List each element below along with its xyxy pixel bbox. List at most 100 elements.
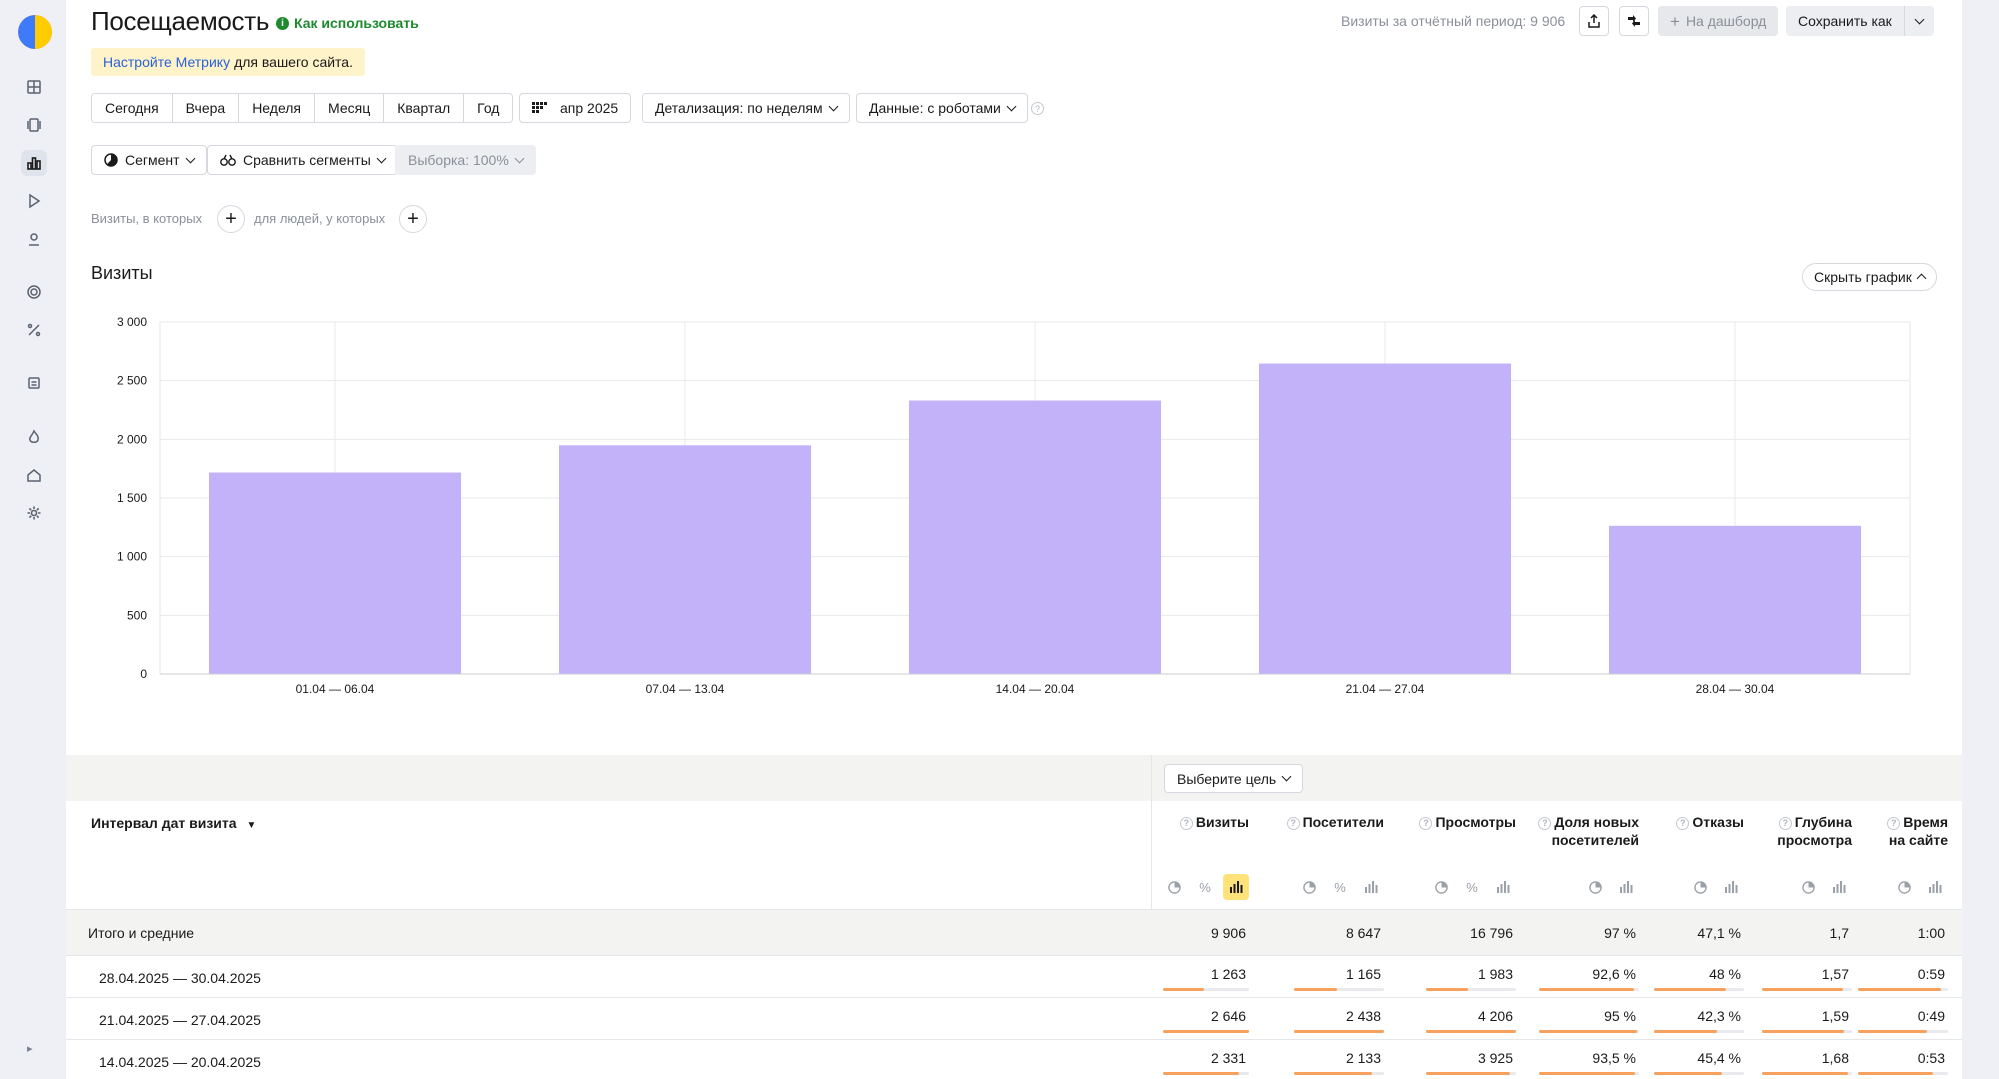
audience-icon[interactable] [21,226,47,252]
period-quarter[interactable]: Квартал [384,94,465,122]
pie-chart-icon[interactable] [1891,874,1917,900]
calendar-grid-icon [532,102,547,113]
metrika-logo[interactable] [18,15,52,49]
how-to-use-link[interactable]: i Как использовать [276,15,419,31]
metric-progress-fill [1858,1072,1933,1075]
table-row[interactable]: 14.04.2025 — 20.04.2025 2 331 2 133 3 925 93… [66,1039,1962,1079]
pie-chart-icon[interactable] [1795,874,1821,900]
compare-segments-dropdown[interactable]: Сравнить сегменты [207,145,398,175]
metric-cell: 1 263 [1210,966,1246,982]
dashboard-icon[interactable] [21,74,47,100]
dimension-header[interactable]: Интервал дат визита ▼ [91,815,256,831]
export-button[interactable] [1579,6,1609,36]
metric-header[interactable]: ? Визиты [1149,813,1249,831]
bar [1609,525,1861,674]
bar-chart-icon[interactable] [1490,874,1516,900]
heatmap-fire-icon[interactable] [21,424,47,450]
info-icon: i [276,16,289,30]
y-tick-label: 1 000 [117,550,147,564]
webvisor-icon[interactable] [21,188,47,214]
metric-progress-fill [1163,1072,1239,1075]
period-year[interactable]: Год [464,94,513,122]
bar-chart-icon[interactable] [1613,874,1639,900]
save-as-label: Сохранить как [1798,13,1892,29]
percent-icon[interactable] [21,317,47,343]
help-icon[interactable]: ? [1286,816,1300,830]
setup-metrika-link[interactable]: Настройте Метрику [103,54,230,70]
add-to-dashboard-button[interactable]: + На дашборд [1658,6,1779,36]
settings-gear-icon[interactable] [21,500,47,526]
metric-progress-fill [1858,988,1941,991]
help-icon[interactable]: ? [1538,816,1552,830]
pie-chart-icon[interactable] [1582,874,1608,900]
compare-button[interactable] [1619,6,1649,36]
metric-header[interactable]: ? Просмотры [1406,813,1516,831]
add-visit-filter-button[interactable]: + [217,205,245,233]
metric-cell: 95 % [1604,1008,1636,1024]
data-mode-dropdown[interactable]: Данные: с роботами [856,93,1028,123]
visits-filter-label: Визиты, в которых [91,211,203,226]
metric-header-label: Доля новых посетителей [1551,814,1639,848]
pie-chart-icon[interactable] [1428,874,1454,900]
segment-dropdown[interactable]: Сегмент [91,145,207,175]
help-icon[interactable]: ? [1887,816,1901,830]
metric-progress-bar [1163,1072,1249,1075]
metric-header[interactable]: ? Доля новых посетителей [1529,813,1639,849]
x-tick-label: 21.04 — 27.04 [1346,682,1425,696]
percent-icon[interactable]: % [1327,874,1353,900]
metric-header[interactable]: ? Посетители [1274,813,1384,831]
chevron-down-icon [514,153,525,163]
map-icon[interactable] [21,370,47,396]
period-selector: Сегодня Вчера Неделя Месяц Квартал Год [91,93,514,123]
pie-chart-icon[interactable] [1161,874,1187,900]
period-week[interactable]: Неделя [239,94,316,122]
save-as-button[interactable]: Сохранить как [1786,6,1934,36]
goal-select-dropdown[interactable]: Выберите цель [1164,764,1304,793]
table-row[interactable]: 28.04.2025 — 30.04.2025 1 263 1 165 1 983 92… [66,955,1962,997]
detail-dropdown[interactable]: Детализация: по неделям [642,93,850,123]
bar-chart-icon[interactable] [1358,874,1384,900]
metric-header[interactable]: ? Отказы [1654,813,1744,831]
pie-chart-icon[interactable] [1687,874,1713,900]
plus-icon: + [407,208,419,230]
metric-progress-fill [1539,988,1634,991]
metric-header[interactable]: ? Глубина просмотра [1752,813,1852,849]
period-today[interactable]: Сегодня [92,94,173,122]
period-yesterday[interactable]: Вчера [172,94,240,122]
metric-progress-bar [1294,988,1384,991]
goals-icon[interactable] [21,279,47,305]
help-icon[interactable]: ? [1419,816,1433,830]
chevron-down-icon[interactable] [1903,6,1934,36]
sidebar-expand-icon[interactable]: ▸ [27,1042,33,1055]
period-month[interactable]: Месяц [315,94,385,122]
sample-dropdown[interactable]: Выборка: 100% [395,145,536,175]
metric-cell: 9 906 [1210,925,1246,941]
hide-chart-button[interactable]: Скрыть график [1802,263,1937,291]
help-icon[interactable]: ? [1778,816,1792,830]
bar-chart-icon[interactable] [1826,874,1852,900]
bar-chart-icon[interactable] [1922,874,1948,900]
bar-chart-icon[interactable] [1223,874,1249,900]
metric-cell: 92,6 % [1592,966,1636,982]
percent-icon[interactable]: % [1192,874,1218,900]
help-icon[interactable]: ? [1179,816,1193,830]
percent-icon[interactable]: % [1459,874,1485,900]
table-row[interactable]: 21.04.2025 — 27.04.2025 2 646 2 438 4 206 95… [66,997,1962,1039]
integrations-icon[interactable] [21,462,47,488]
date-picker-label: апр 2025 [560,100,619,116]
add-people-filter-button[interactable]: + [399,205,427,233]
metric-progress-bar [1762,1072,1852,1075]
bar-chart-icon[interactable] [1718,874,1744,900]
metric-progress-bar [1163,1030,1249,1033]
metric-header[interactable]: ? Время на сайте [1868,813,1948,849]
summary-icon[interactable] [21,112,47,138]
help-icon[interactable]: ? [1031,102,1044,115]
compare-segments-icon [220,154,236,166]
date-picker[interactable]: апр 2025 [519,93,632,123]
x-tick-label: 28.04 — 30.04 [1696,682,1775,696]
metric-view-tools: % [1428,874,1516,900]
pie-chart-icon[interactable] [1296,874,1322,900]
reports-icon[interactable] [21,150,47,176]
metric-progress-bar [1426,1072,1516,1075]
help-icon[interactable]: ? [1676,816,1690,830]
